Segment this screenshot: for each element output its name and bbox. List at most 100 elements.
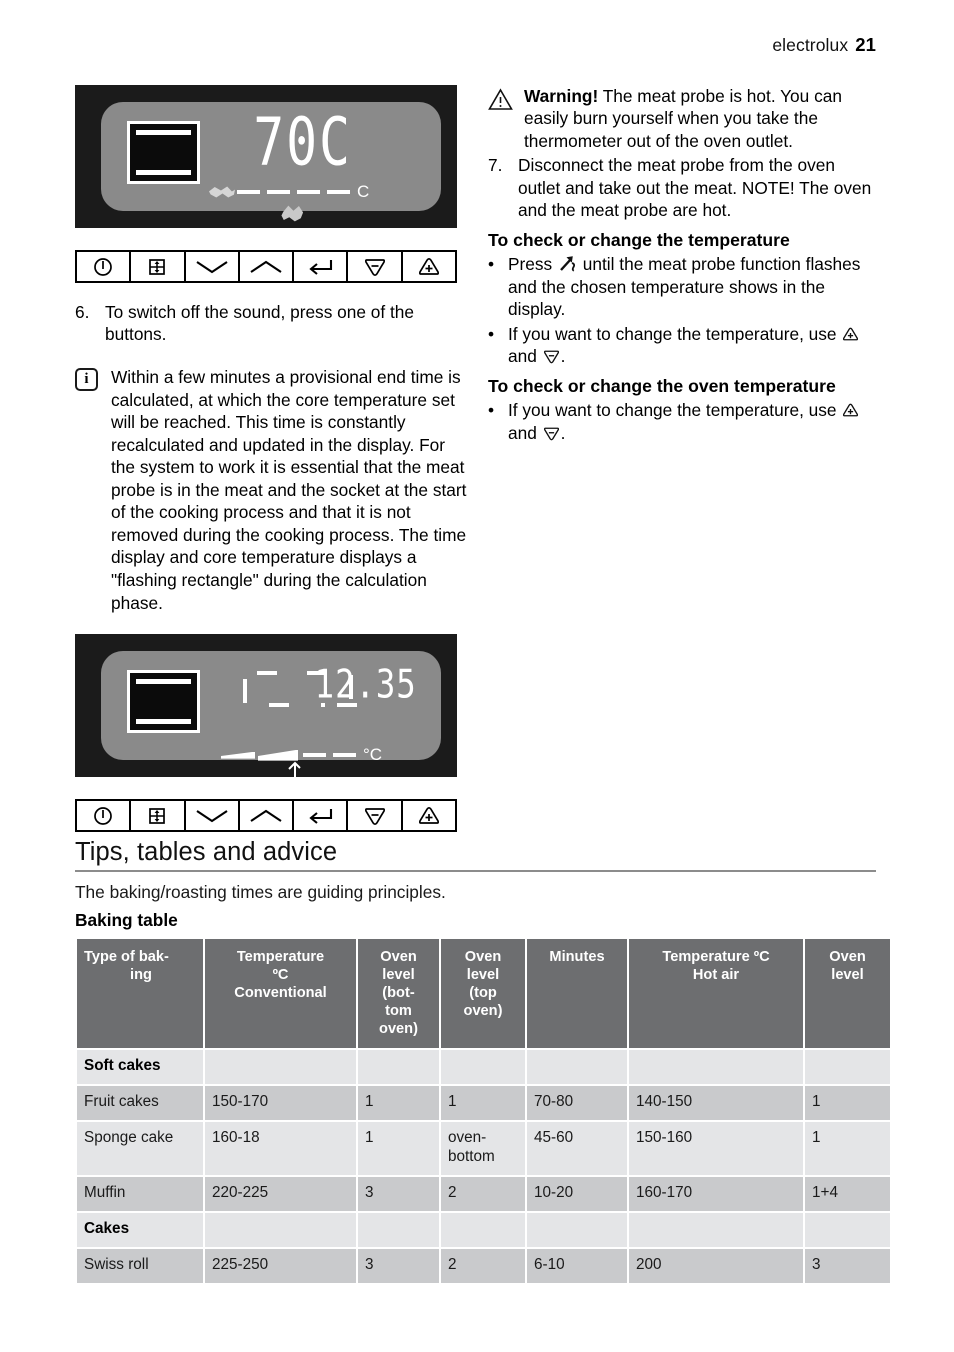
down-button[interactable] xyxy=(185,252,240,281)
icon-bar-top xyxy=(136,679,191,685)
section-title: Tips, tables and advice xyxy=(75,838,876,872)
warning-triangle-icon xyxy=(488,88,513,110)
table-cell: 160-170 xyxy=(629,1177,803,1212)
step-7-text: Disconnect the meat probe from the oven … xyxy=(518,155,872,221)
step-6-text: To switch off the sound, press one of th… xyxy=(105,302,415,345)
minus-button[interactable] xyxy=(348,801,403,831)
scale-unit-label: C xyxy=(357,182,370,201)
table-cell: 70-80 xyxy=(527,1086,627,1121)
enter-button[interactable] xyxy=(294,252,349,281)
up-button[interactable] xyxy=(239,801,295,831)
table-cell: Soft cakes xyxy=(77,1050,203,1085)
bullet-change-oven-temperature: • If you want to change the temperature,… xyxy=(488,399,880,444)
table-cell: Cakes xyxy=(77,1213,203,1248)
table-cell: 1 xyxy=(358,1122,439,1176)
table-row: Fruit cakes 150-170 1 1 70-80 140-150 1 xyxy=(77,1086,890,1121)
step-7-number: 7. xyxy=(488,155,503,176)
bullet-press-pre: Press xyxy=(508,254,557,275)
warning-icon-cell xyxy=(488,85,524,152)
scale-ticks xyxy=(237,190,350,194)
column-header-type-of-baking: Type of bak- ing xyxy=(77,939,203,1049)
table-cell: 3 xyxy=(805,1249,890,1284)
table-cell: 225-250 xyxy=(205,1249,356,1284)
step-6-number: 6. xyxy=(75,302,90,322)
section-lead: The baking/roasting times are guiding pr… xyxy=(75,882,446,902)
bullet-change-temperature-text: If you want to change the temperature, u… xyxy=(508,323,880,368)
triangle-minus-icon xyxy=(543,427,559,441)
bullet-change-pre: If you want to change the temperature, u… xyxy=(508,323,842,344)
enter-button[interactable] xyxy=(294,801,349,831)
bullet-change-temperature: • If you want to change the temperature,… xyxy=(488,323,880,368)
table-cell xyxy=(805,1050,890,1085)
bullet-marker: • xyxy=(488,254,495,275)
table-cell: 150-160 xyxy=(629,1122,803,1176)
table-cell: Swiss roll xyxy=(77,1249,203,1284)
table-cell: 3 xyxy=(358,1249,439,1284)
column-header-minutes: Minutes xyxy=(527,939,627,1049)
oven-display-panel-two: 12.35 °C xyxy=(75,634,457,781)
lcd-screen: 70C C xyxy=(101,102,441,222)
right-column: Warning! The meat probe is hot. You can … xyxy=(488,85,880,444)
table-cell: 200 xyxy=(629,1249,803,1284)
oven-level-button[interactable] xyxy=(131,801,186,831)
icon-bar-bottom xyxy=(136,170,191,175)
minus-button[interactable] xyxy=(348,252,403,281)
temperature-scale-row: C xyxy=(209,182,369,202)
core-temperature-unit: C xyxy=(319,104,352,181)
table-cell: 1+4 xyxy=(805,1177,890,1212)
table-cell: Sponge cake xyxy=(77,1122,203,1176)
down-button[interactable] xyxy=(185,801,240,831)
table-cell: 45-60 xyxy=(527,1122,627,1176)
plus-button[interactable] xyxy=(402,801,455,831)
table-cell: 160-18 xyxy=(205,1122,356,1176)
heading-check-oven-temperature: To check or change the oven temperature xyxy=(488,375,836,396)
baking-table: Type of bak- ing Temperature ºC Conventi… xyxy=(75,937,892,1285)
plus-button[interactable] xyxy=(402,252,455,281)
table-cell: 1 xyxy=(441,1086,525,1121)
bullet-change-post: . xyxy=(560,346,566,367)
scale-tick xyxy=(237,190,260,194)
brand-name: electrolux xyxy=(772,35,849,55)
meat-probe-icon xyxy=(560,256,576,272)
power-button[interactable] xyxy=(77,252,132,281)
step-7: 7. Disconnect the meat probe from the ov… xyxy=(488,154,880,221)
table-cell: 10-20 xyxy=(527,1177,627,1212)
control-button-strip-two xyxy=(75,799,457,833)
table-cell: Muffin xyxy=(77,1177,203,1212)
table-cell xyxy=(441,1213,525,1248)
power-button[interactable] xyxy=(77,801,132,831)
column-header-oven-level-top: Oven level (top oven) xyxy=(441,939,525,1049)
clock-readout: 12.35 xyxy=(312,662,419,708)
oven-level-button[interactable] xyxy=(131,252,186,281)
oven-function-icon xyxy=(127,670,200,734)
table-cell: 2 xyxy=(441,1177,525,1212)
oven-function-icon xyxy=(127,121,200,184)
baking-table-body: Soft cakes Fruit cakes 150-170 1 1 70-80 140-1… xyxy=(77,1050,890,1284)
table-cell: oven-bottom xyxy=(441,1122,525,1176)
table-category-row: Cakes xyxy=(77,1213,890,1248)
table-cell: 3 xyxy=(358,1177,439,1212)
table-row: Muffin 220-225 3 2 10-20 160-170 1+4 xyxy=(77,1177,890,1212)
table-cell xyxy=(205,1213,356,1248)
table-cell xyxy=(441,1050,525,1085)
column-header-temperature-conventional: Temperature ºC Conventional xyxy=(205,939,356,1049)
scale-tick xyxy=(297,190,320,194)
core-temperature-readout: 70C xyxy=(249,104,356,181)
tips-section: Tips, tables and advice The baking/roast… xyxy=(75,838,890,1285)
step-6: 6. To switch off the sound, press one of… xyxy=(75,301,467,346)
up-button[interactable] xyxy=(239,252,295,281)
table-cell: 6-10 xyxy=(527,1249,627,1284)
scale-tick xyxy=(327,190,350,194)
scale-wedge xyxy=(221,751,255,759)
scale-tick xyxy=(267,190,290,194)
table-row: Swiss roll 225-250 3 2 6-10 200 3 xyxy=(77,1249,890,1284)
info-icon: i xyxy=(75,367,98,391)
table-cell xyxy=(629,1050,803,1085)
page-header: electrolux 21 xyxy=(75,34,876,56)
table-header-row: Type of bak- ing Temperature ºC Conventi… xyxy=(77,939,890,1049)
triangle-plus-icon xyxy=(843,404,859,417)
triangle-minus-icon xyxy=(543,350,559,364)
heading-check-temperature: To check or change the temperature xyxy=(488,229,790,250)
bullet-change-pre: If you want to change the temperature, u… xyxy=(508,400,842,421)
table-cell xyxy=(805,1213,890,1248)
